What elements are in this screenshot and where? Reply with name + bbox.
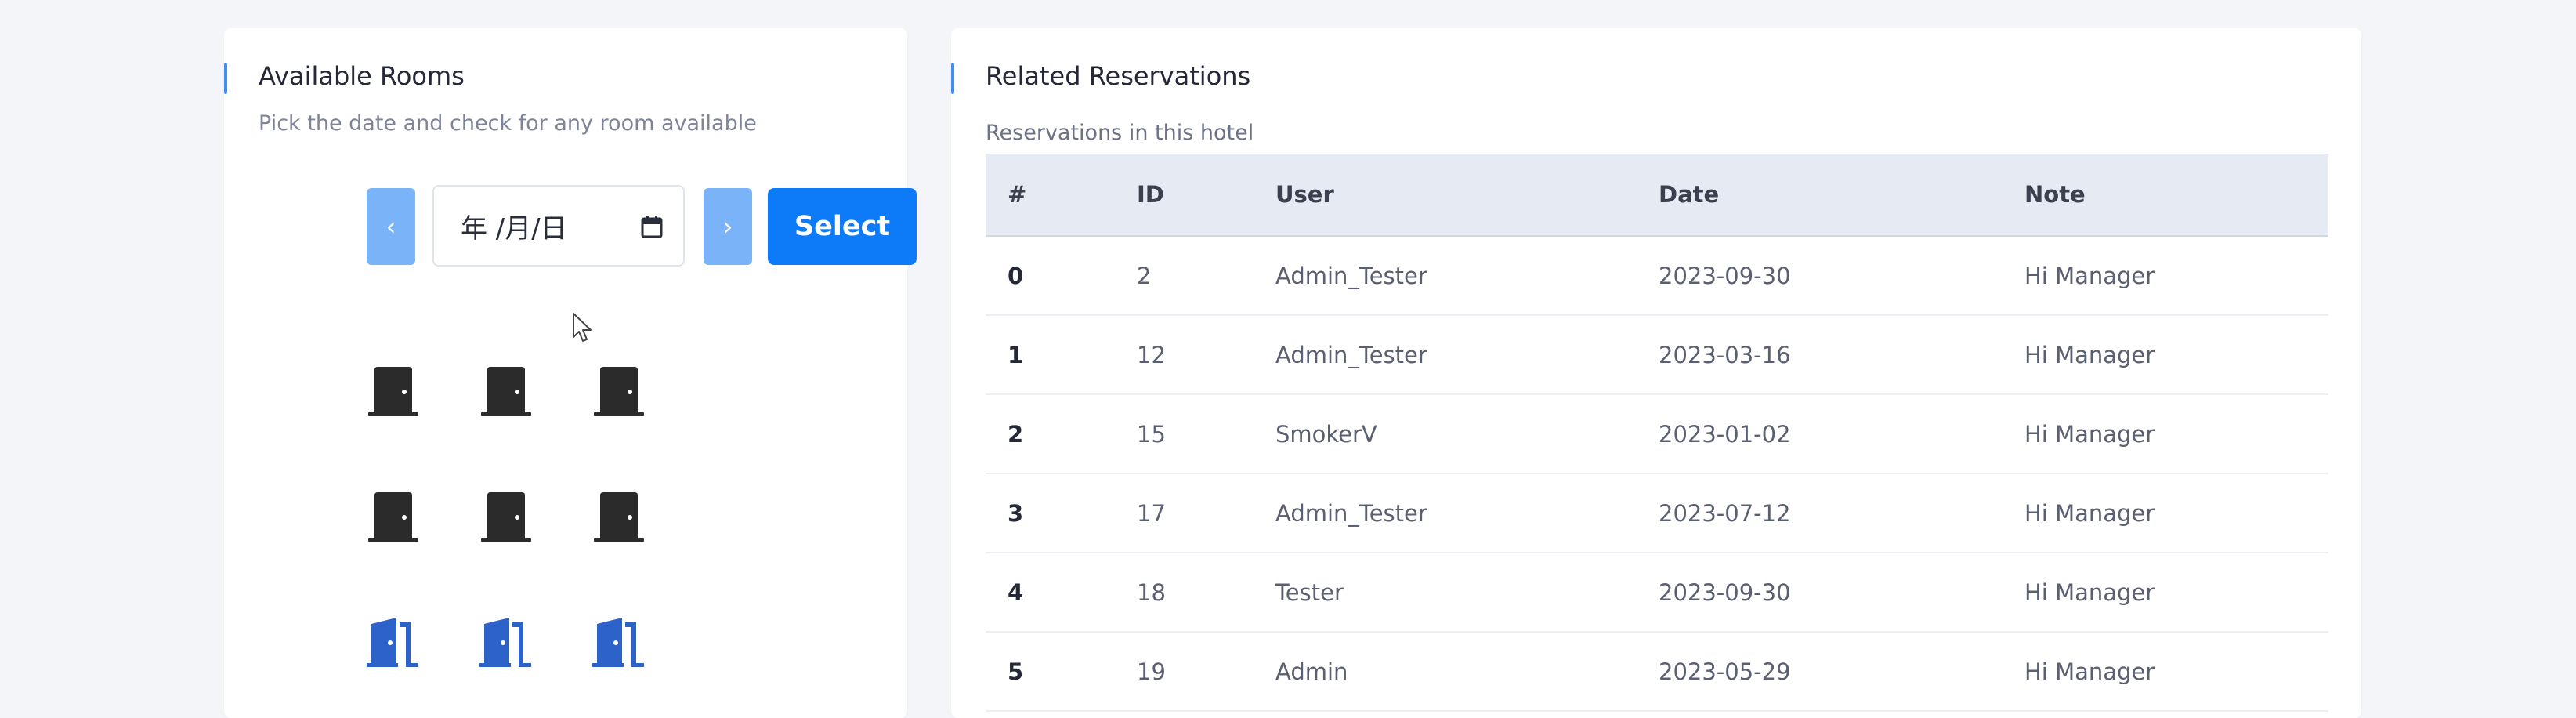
table-row: 1 12 Admin_Tester 2023-03-16 Hi Manager [986,315,2328,395]
title-accent-bar [224,63,227,94]
available-rooms-card: Available Rooms Pick the date and check … [224,28,917,718]
available-rooms-title: Available Rooms [259,61,465,91]
door-open-icon[interactable] [591,615,647,671]
cell-date: 2023-05-29 [1659,632,2024,712]
date-input[interactable]: 年 /月/日 [432,185,685,267]
cell-note: Hi Manager [2024,632,2328,712]
table-row: 2 15 SmokerV 2023-01-02 Hi Manager [986,394,2328,474]
mouse-cursor-icon [573,313,592,342]
cell-id: 19 [1137,632,1275,712]
date-input-value: 年 /月/日 [461,212,567,245]
title-accent-bar [951,63,954,94]
cell-id: 15 [1137,394,1275,474]
cell-note: Hi Manager [2024,553,2328,633]
reservations-table: # ID User Date Note 0 2 Admin_Tester 2023-0… [986,154,2328,712]
chevron-left-icon: ‹ [385,212,396,241]
cell-id: 12 [1137,315,1275,395]
cell-date: 2023-09-30 [1659,236,2024,316]
cell-note: Hi Manager [2024,236,2328,316]
cell-index: 3 [986,473,1137,553]
related-reservations-card: Related Reservations Reservations in thi… [951,28,2361,718]
cell-id: 18 [1137,553,1275,633]
available-rooms-subtitle: Pick the date and check for any room ava… [259,111,757,136]
cell-user: Admin_Tester [1275,236,1659,316]
next-date-button[interactable]: › [704,188,752,265]
related-reservations-subtitle: Reservations in this hotel [986,121,1254,145]
column-header-id: ID [1137,154,1275,237]
cell-id: 2 [1137,236,1275,316]
cell-note: Hi Manager [2024,394,2328,474]
select-button[interactable]: Select [768,188,917,265]
cell-id: 17 [1137,473,1275,553]
door-closed-icon[interactable] [365,489,421,546]
door-closed-icon[interactable] [591,489,647,546]
column-header-user: User [1275,154,1659,237]
door-open-icon[interactable] [478,615,534,671]
cell-index: 0 [986,236,1137,316]
cell-user: Admin_Tester [1275,473,1659,553]
cell-index: 4 [986,553,1137,633]
cell-date: 2023-07-12 [1659,473,2024,553]
cell-index: 2 [986,394,1137,474]
cell-index: 5 [986,632,1137,712]
cell-user: Tester [1275,553,1659,633]
cell-date: 2023-09-30 [1659,553,2024,633]
table-row: 4 18 Tester 2023-09-30 Hi Manager [986,553,2328,633]
column-header-index: # [986,154,1137,237]
cell-note: Hi Manager [2024,473,2328,553]
chevron-right-icon: › [722,212,733,241]
calendar-icon[interactable] [641,215,663,238]
table-row: 5 19 Admin 2023-05-29 Hi Manager [986,632,2328,712]
related-reservations-title: Related Reservations [986,61,1251,91]
column-header-date: Date [1659,154,2024,237]
table-row: 0 2 Admin_Tester 2023-09-30 Hi Manager [986,236,2328,316]
cell-date: 2023-03-16 [1659,315,2024,395]
door-closed-icon[interactable] [478,364,534,420]
table-row: 3 17 Admin_Tester 2023-07-12 Hi Manager [986,473,2328,553]
cell-user: Admin_Tester [1275,315,1659,395]
door-closed-icon[interactable] [365,364,421,420]
cell-note: Hi Manager [2024,315,2328,395]
door-open-icon[interactable] [365,615,421,671]
cell-user: SmokerV [1275,394,1659,474]
cell-index: 1 [986,315,1137,395]
reservations-table-body: 0 2 Admin_Tester 2023-09-30 Hi Manager 1 12 Adm… [986,236,2328,712]
table-header-row: # ID User Date Note [986,154,2328,237]
prev-date-button[interactable]: ‹ [367,188,415,265]
door-closed-icon[interactable] [591,364,647,420]
door-closed-icon[interactable] [478,489,534,546]
cell-date: 2023-01-02 [1659,394,2024,474]
cell-user: Admin [1275,632,1659,712]
column-header-note: Note [2024,154,2328,237]
